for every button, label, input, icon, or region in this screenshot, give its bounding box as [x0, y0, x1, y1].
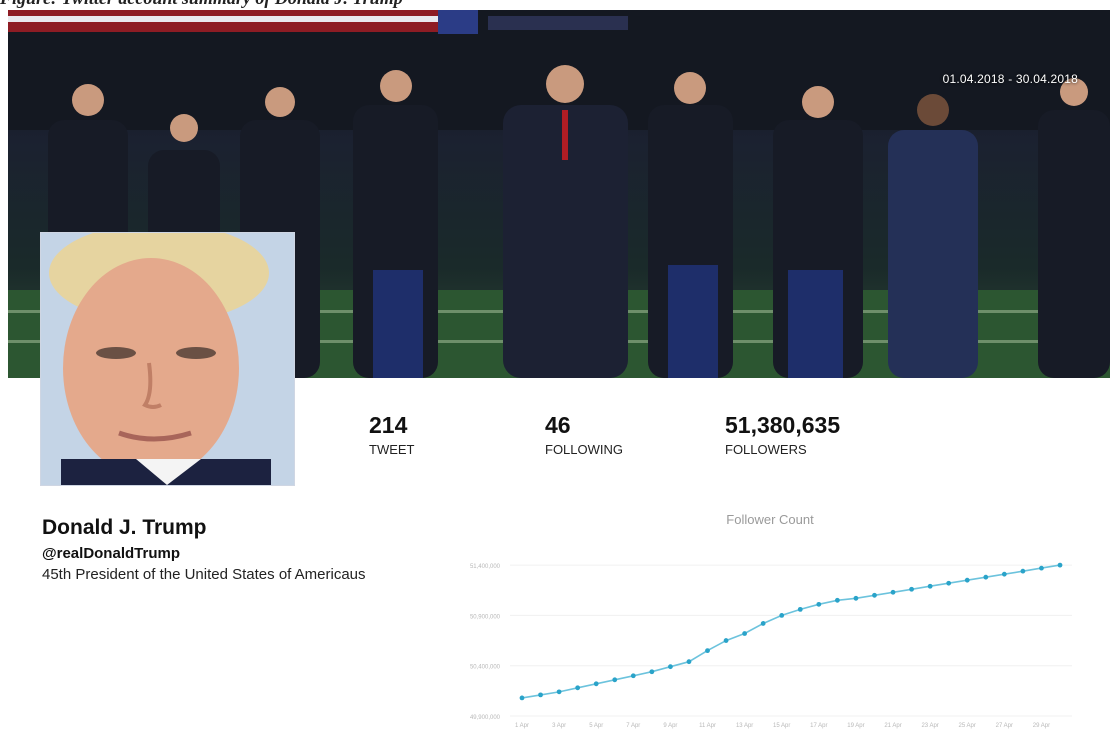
x-tick-label: 9 Apr	[663, 723, 677, 729]
y-tick-label: 50,400,000	[470, 665, 501, 671]
x-tick-label: 15 Apr	[773, 723, 790, 729]
stat-following[interactable]: 46 FOLLOWING	[545, 412, 623, 457]
data-point	[760, 621, 766, 626]
x-tick-label: 17 Apr	[810, 723, 827, 729]
profile-name: Donald J. Trump	[42, 516, 207, 539]
data-point	[1057, 562, 1063, 568]
x-tick-label: 21 Apr	[884, 723, 901, 729]
data-point	[686, 659, 692, 665]
profile-bio: 45th President of the United States of A…	[42, 566, 366, 583]
x-tick-label: 11 Apr	[699, 723, 716, 729]
follower-count-chart: Follower Count 49,900,000 50,400,000 50,90…	[450, 505, 1090, 733]
data-point	[872, 592, 877, 598]
data-point	[816, 601, 822, 607]
profile-info: Donald J. Trump @realDonaldTrump 45th Pr…	[42, 516, 372, 584]
data-point	[1001, 571, 1007, 577]
data-point	[909, 586, 914, 592]
y-tick-label: 49,900,000	[470, 715, 501, 721]
data-point	[834, 597, 840, 603]
caption-text: Figure: Twitter account summary of Donal…	[0, 0, 403, 9]
data-point	[723, 638, 729, 643]
following-label: FOLLOWING	[545, 442, 624, 457]
x-tick-label: 13 Apr	[736, 723, 753, 729]
data-point	[556, 689, 562, 695]
tweet-label: TWEET	[369, 442, 415, 457]
data-point	[575, 685, 581, 691]
date-range: 01.04.2018 - 30.04.2018	[942, 72, 1078, 86]
x-tick-label: 25 Apr	[959, 723, 976, 729]
series-line	[521, 564, 1061, 699]
data-point	[983, 574, 989, 580]
chart-plot: 49,900,000 50,400,000 50,900,000 51,400,000…	[470, 562, 1072, 729]
data-point	[779, 613, 785, 618]
data-point	[890, 589, 896, 595]
y-tick-label: 50,900,000	[470, 614, 501, 620]
x-tick-label: 19 Apr	[847, 723, 864, 729]
x-tick-label: 23 Apr	[921, 723, 938, 729]
data-point	[946, 580, 952, 586]
data-point	[1039, 565, 1044, 571]
profile-handle[interactable]: @realDonaldTrump	[42, 545, 372, 562]
following-count: 46	[545, 412, 571, 438]
profile-avatar[interactable]	[40, 232, 295, 486]
data-point	[593, 681, 599, 687]
data-point	[964, 577, 970, 583]
data-point	[927, 583, 933, 589]
followers-label: FOLLOWERS	[725, 442, 807, 457]
data-point	[538, 692, 543, 698]
x-tick-label: 1 Apr	[515, 723, 529, 729]
chart-title: Follower Count	[726, 512, 814, 527]
x-tick-label: 27 Apr	[996, 723, 1013, 729]
followers-count: 51,380,635	[725, 412, 841, 438]
data-point	[742, 631, 748, 636]
data-point	[612, 677, 618, 683]
data-point	[630, 673, 636, 679]
data-point	[519, 695, 525, 701]
data-point	[649, 669, 655, 675]
data-point	[853, 595, 859, 601]
data-point	[797, 606, 803, 612]
figure-caption: Figure: Twitter account summary of Donal…	[0, 0, 1110, 10]
x-tick-label: 5 Apr	[589, 723, 603, 729]
data-point	[668, 664, 673, 670]
x-tick-label: 3 Apr	[552, 723, 566, 729]
x-tick-label: 7 Apr	[626, 723, 640, 729]
y-tick-label: 51,400,000	[470, 564, 501, 570]
x-tick-label: 29 Apr	[1033, 723, 1050, 729]
avatar-photo	[41, 233, 294, 485]
data-point	[705, 648, 710, 654]
stat-tweets[interactable]: 214 TWEET	[369, 412, 415, 457]
tweet-count: 214	[369, 412, 408, 438]
stat-followers[interactable]: 51,380,635 FOLLOWERS	[725, 412, 840, 457]
data-point	[1020, 568, 1026, 574]
